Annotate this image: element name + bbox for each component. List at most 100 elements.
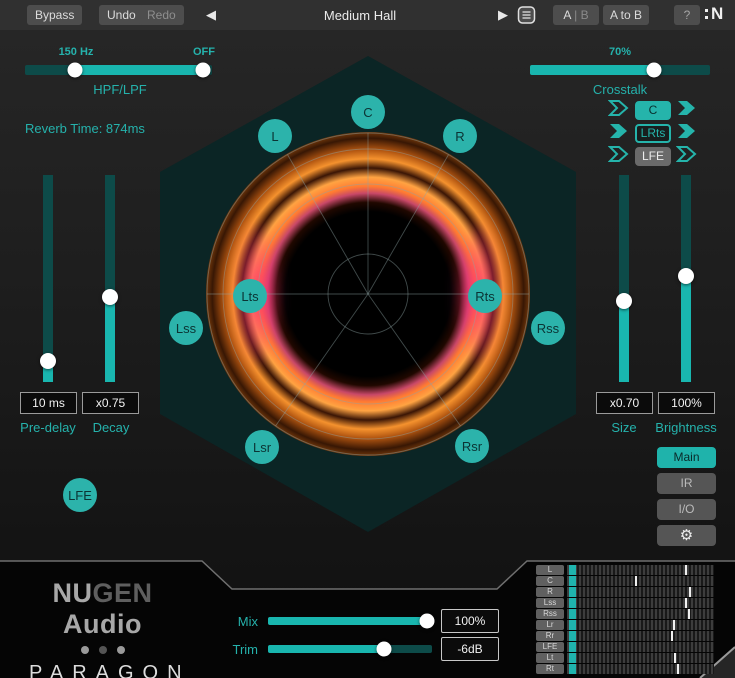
meter-label: LFE (536, 642, 564, 652)
channel-node-c[interactable]: C (351, 95, 385, 129)
meter-row-c: C (536, 576, 714, 586)
meter-level-segment (569, 642, 576, 652)
routing-row-c: C (608, 101, 698, 120)
routing-button-lfe[interactable]: LFE (635, 147, 671, 166)
predelay-track[interactable] (43, 175, 53, 382)
decay-slider[interactable] (105, 175, 115, 382)
meter-row-rss: Rss (536, 609, 714, 619)
predelay-handle[interactable] (40, 353, 56, 369)
meter-level-segment (569, 587, 576, 597)
meter-level-segment (569, 653, 576, 663)
crosstalk-caption: Crosstalk (575, 82, 665, 97)
mix-handle[interactable] (420, 614, 435, 629)
trim-slider[interactable] (268, 645, 432, 653)
decay-track[interactable] (105, 175, 115, 382)
channel-node-rts[interactable]: Rts (468, 279, 502, 313)
meter-level-segment (569, 598, 576, 608)
meter-label: Rt (536, 664, 564, 674)
crosstalk-value-label: 70% (600, 46, 640, 58)
channel-node-lsr[interactable]: Lsr (245, 430, 279, 464)
meter-row-r: R (536, 587, 714, 597)
trim-value[interactable]: -6dB (441, 637, 499, 661)
meter-peak-marker (673, 620, 675, 630)
meter-row-lt: Lt (536, 653, 714, 663)
meter-level-segment (569, 631, 576, 641)
channel-routing-panel: C LRts LFE (608, 101, 698, 170)
meter-bar (567, 576, 714, 586)
meter-label: R (536, 587, 564, 597)
routing-right-chevron-icon[interactable] (676, 145, 698, 168)
routing-left-chevron-icon[interactable] (608, 99, 630, 122)
decay-value[interactable]: x0.75 (82, 392, 139, 414)
hpf-lpf-slider[interactable] (25, 65, 212, 75)
predelay-slider[interactable] (43, 175, 53, 382)
meter-peak-marker (689, 587, 691, 597)
decay-handle[interactable] (102, 289, 118, 305)
nugen-audio-wordmark: NUGEN Audio (20, 578, 185, 640)
channel-node-r[interactable]: R (443, 119, 477, 153)
main-view-button[interactable]: Main (657, 447, 716, 468)
channel-node-l[interactable]: L (258, 119, 292, 153)
product-name: PARAGON (20, 662, 185, 678)
brightness-label: Brightness (651, 420, 721, 435)
meter-label: Lr (536, 620, 564, 630)
meter-peak-marker (674, 653, 676, 663)
settings-gear-button[interactable]: ⚙ (657, 525, 716, 546)
size-label: Size (589, 420, 659, 435)
crosstalk-handle[interactable] (647, 63, 662, 78)
lpf-handle[interactable] (195, 63, 210, 78)
routing-left-chevron-icon[interactable] (608, 145, 630, 168)
ir-view-button[interactable]: IR (657, 473, 716, 494)
meter-bar (567, 642, 714, 652)
brightness-handle[interactable] (678, 268, 694, 284)
meter-level-segment (569, 609, 576, 619)
brightness-slider[interactable] (681, 175, 691, 382)
meter-bar (567, 609, 714, 619)
hpf-handle[interactable] (67, 63, 82, 78)
predelay-value[interactable]: 10 ms (20, 392, 77, 414)
routing-right-chevron-icon[interactable] (676, 99, 698, 122)
trim-handle[interactable] (377, 642, 392, 657)
meter-label: L (536, 565, 564, 575)
size-slider[interactable] (619, 175, 629, 382)
channel-node-rss[interactable]: Rss (531, 311, 565, 345)
size-handle[interactable] (616, 293, 632, 309)
meter-row-lfe: LFE (536, 642, 714, 652)
routing-button-c[interactable]: C (635, 101, 671, 120)
meter-row-rt: Rt (536, 664, 714, 674)
meter-label: Lt (536, 653, 564, 663)
decay-label: Decay (76, 420, 146, 435)
meter-level-segment (569, 664, 576, 674)
meter-row-lr: Lr (536, 620, 714, 630)
meter-bar (567, 631, 714, 641)
meter-bar (567, 587, 714, 597)
routing-left-chevron-icon[interactable] (608, 122, 630, 145)
meter-row-l: L (536, 565, 714, 575)
mix-slider[interactable] (268, 617, 432, 625)
io-view-button[interactable]: I/O (657, 499, 716, 520)
hpf-value-label: 150 Hz (48, 46, 104, 58)
channel-node-rsr[interactable]: Rsr (455, 429, 489, 463)
routing-right-chevron-icon[interactable] (676, 122, 698, 145)
hpf-lpf-caption: HPF/LPF (75, 82, 165, 97)
meter-row-rr: Rr (536, 631, 714, 641)
meter-peak-marker (635, 576, 637, 586)
channel-node-lts[interactable]: Lts (233, 279, 267, 313)
size-track[interactable] (619, 175, 629, 382)
mix-value[interactable]: 100% (441, 609, 499, 633)
channel-node-lss[interactable]: Lss (169, 311, 203, 345)
crosstalk-slider[interactable] (530, 65, 710, 75)
reverb-time-readout: Reverb Time: 874ms (25, 121, 205, 136)
channel-node-lfe[interactable]: LFE (63, 478, 97, 512)
size-value[interactable]: x0.70 (596, 392, 653, 414)
meter-bar (567, 620, 714, 630)
meter-level-segment (569, 620, 576, 630)
meter-label: Lss (536, 598, 564, 608)
meter-peak-marker (685, 565, 687, 575)
brightness-value[interactable]: 100% (658, 392, 715, 414)
meter-bar (567, 664, 714, 674)
predelay-label: Pre-delay (13, 420, 83, 435)
brand-dots-icon (20, 646, 185, 654)
routing-button-lrts[interactable]: LRts (635, 124, 671, 143)
meter-label: C (536, 576, 564, 586)
